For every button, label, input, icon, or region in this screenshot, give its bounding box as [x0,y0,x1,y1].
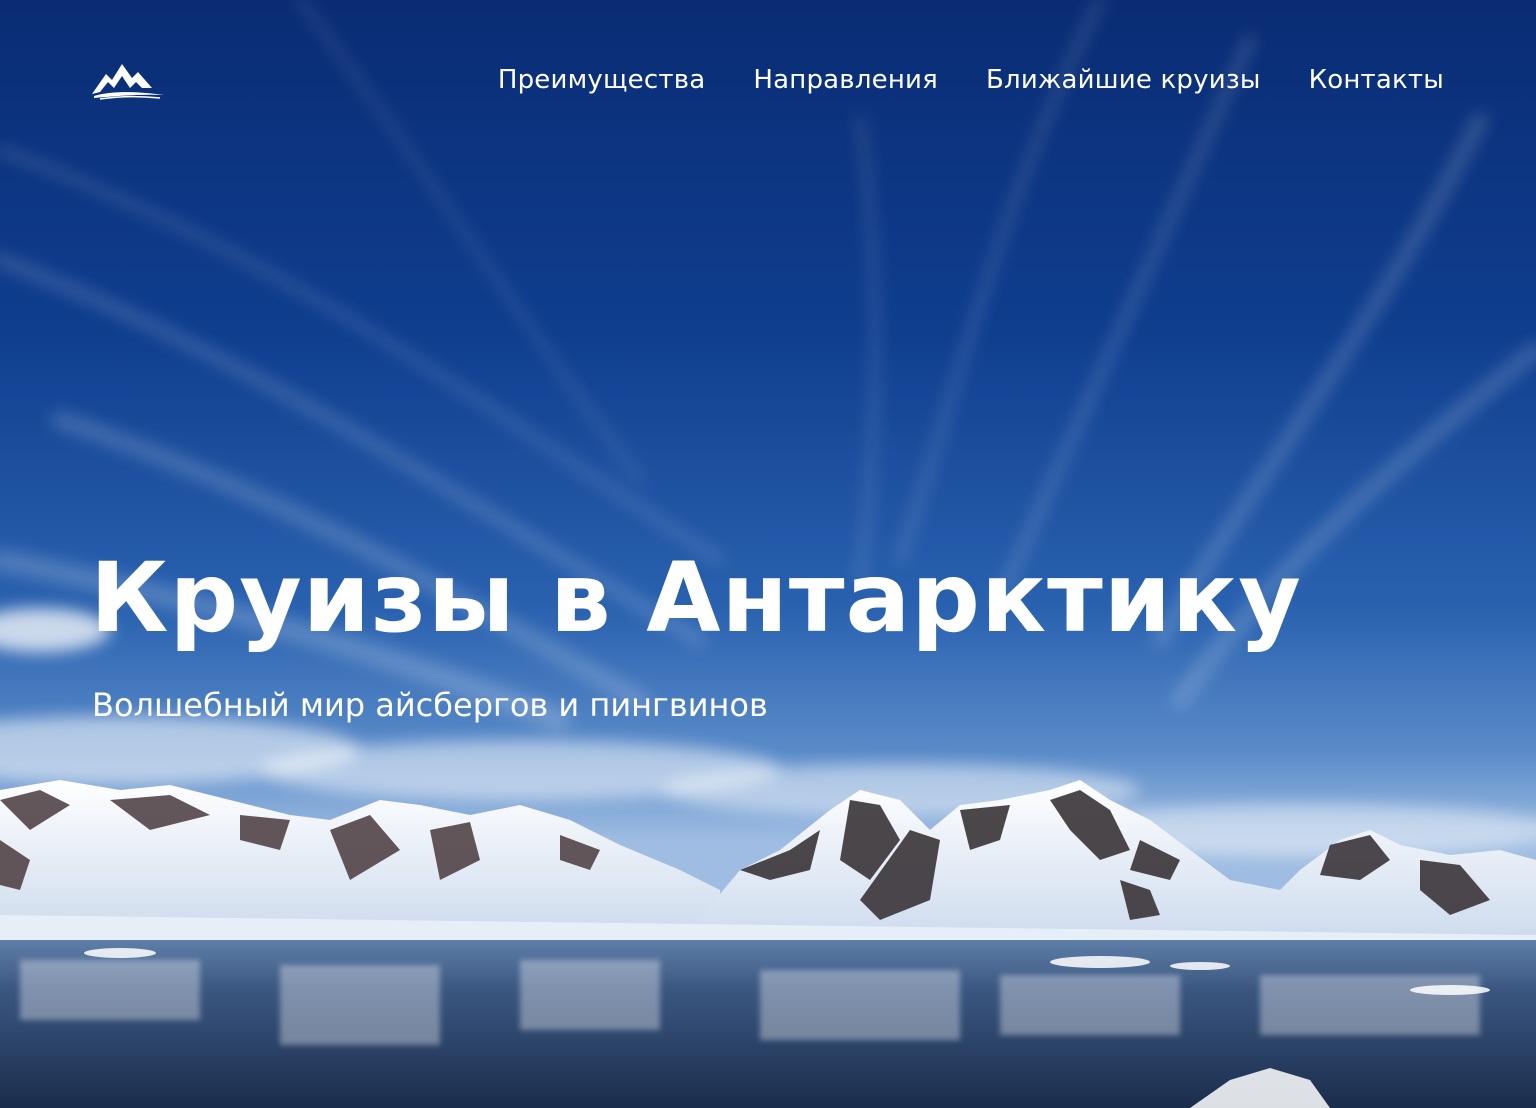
home-logo-link[interactable] [90,58,166,100]
nav-link-destinations[interactable]: Направления [753,62,938,98]
main-nav: Преимущества Направления Ближайшие круиз… [498,62,1444,98]
nav-link-upcoming-cruises[interactable]: Ближайшие круизы [986,62,1261,98]
nav-link-contacts[interactable]: Контакты [1309,62,1444,98]
site-header: Преимущества Направления Ближайшие круиз… [0,0,1536,160]
nav-link-advantages[interactable]: Преимущества [498,62,706,98]
hero-section: Преимущества Направления Ближайшие круиз… [0,0,1536,1108]
hero-title: Круизы в Антарктику [90,542,1302,654]
mountain-logo-icon [92,64,164,100]
hero-subtitle: Волшебный мир айсбергов и пингвинов [92,686,768,724]
